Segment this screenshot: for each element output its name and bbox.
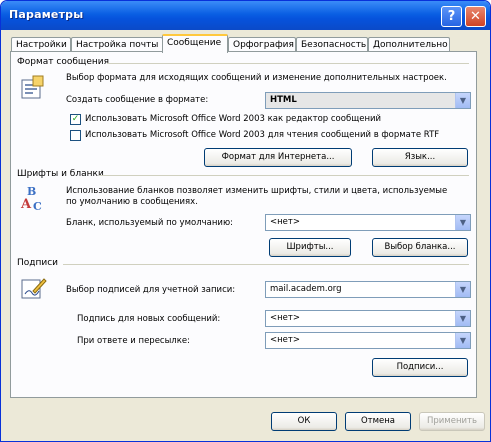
- compose-format-select[interactable]: HTML ▼: [265, 92, 471, 109]
- mail-format-icon: [21, 75, 44, 99]
- choose-stationery-button[interactable]: Выбор бланка...: [372, 238, 468, 257]
- word-rtf-label: Использовать Microsoft Office Word 2003 …: [85, 130, 440, 140]
- word-rtf-checkbox[interactable]: [70, 130, 81, 141]
- internet-format-button[interactable]: Формат для Интернета...: [204, 148, 352, 167]
- chevron-down-icon: ▼: [455, 311, 470, 326]
- stationery-select[interactable]: <нет> ▼: [265, 214, 471, 231]
- fonts-button[interactable]: Шрифты...: [269, 238, 351, 257]
- stationery-label: Бланк, используемый по умолчанию:: [66, 218, 233, 228]
- signature-account-select[interactable]: mail.academ.org ▼: [265, 281, 471, 298]
- signature-account-value: mail.academ.org: [270, 284, 342, 294]
- options-dialog: Параметры ? ✕ Настройки Настройка почты …: [0, 0, 491, 442]
- stationery-value: <нет>: [270, 217, 300, 227]
- ok-button[interactable]: ОК: [271, 412, 337, 431]
- signatures-section-title: Подписи: [17, 258, 59, 268]
- svg-text:A: A: [20, 197, 32, 212]
- help-button[interactable]: ?: [441, 6, 462, 27]
- new-message-signature-value: <нет>: [270, 313, 300, 323]
- fonts-section-title: Шрифты и бланки: [17, 169, 104, 179]
- apply-button[interactable]: Применить: [419, 412, 485, 431]
- reply-signature-value: <нет>: [270, 335, 300, 345]
- new-message-signature-select[interactable]: <нет> ▼: [265, 310, 471, 327]
- word-editor-label: Использовать Microsoft Office Word 2003 …: [85, 114, 382, 124]
- title-bar: Параметры ? ✕: [1, 1, 490, 30]
- new-message-signature-label: Подпись для новых сообщений:: [77, 314, 221, 324]
- signature-pen-icon: [21, 278, 47, 299]
- compose-format-label: Создать сообщение в формате:: [66, 95, 209, 105]
- fonts-description-1: Использование бланков позволяет изменить…: [66, 186, 448, 196]
- format-divider: [107, 63, 469, 64]
- tab-security[interactable]: Безопасность: [296, 37, 368, 52]
- word-editor-checkbox[interactable]: ✓: [70, 114, 81, 125]
- signature-account-label: Выбор подписей для учетной записи:: [66, 285, 236, 295]
- tab-panel: Формат сообщения Выбор формата для исход…: [10, 51, 477, 398]
- fonts-divider: [99, 175, 469, 176]
- fonts-description-2: по умолчанию в сообщениях.: [66, 197, 198, 207]
- signatures-button[interactable]: Подписи...: [372, 358, 468, 377]
- chevron-down-icon: ▼: [455, 93, 470, 108]
- tab-mail-setup[interactable]: Настройка почты: [71, 37, 163, 52]
- chevron-down-icon: ▼: [455, 215, 470, 230]
- reply-signature-select[interactable]: <нет> ▼: [265, 332, 471, 349]
- chevron-down-icon: ▼: [455, 333, 470, 348]
- tab-spelling[interactable]: Орфография: [228, 37, 296, 52]
- chevron-down-icon: ▼: [455, 282, 470, 297]
- tab-mail-format[interactable]: Сообщение: [162, 34, 228, 53]
- svg-text:C: C: [33, 200, 42, 212]
- compose-format-value: HTML: [270, 95, 297, 105]
- tab-other[interactable]: Дополнительно: [368, 37, 450, 52]
- tab-preferences[interactable]: Настройки: [11, 37, 71, 52]
- format-description: Выбор формата для исходящих сообщений и …: [66, 73, 447, 83]
- reply-signature-label: При ответе и пересылке:: [77, 336, 190, 346]
- window-title: Параметры: [9, 8, 84, 21]
- cancel-button[interactable]: Отмена: [345, 412, 411, 431]
- format-section-title: Формат сообщения: [17, 57, 110, 67]
- close-button[interactable]: ✕: [465, 6, 486, 27]
- signatures-divider: [63, 264, 469, 265]
- language-button[interactable]: Язык...: [372, 148, 468, 167]
- stationery-abc-icon: B A C: [20, 185, 42, 212]
